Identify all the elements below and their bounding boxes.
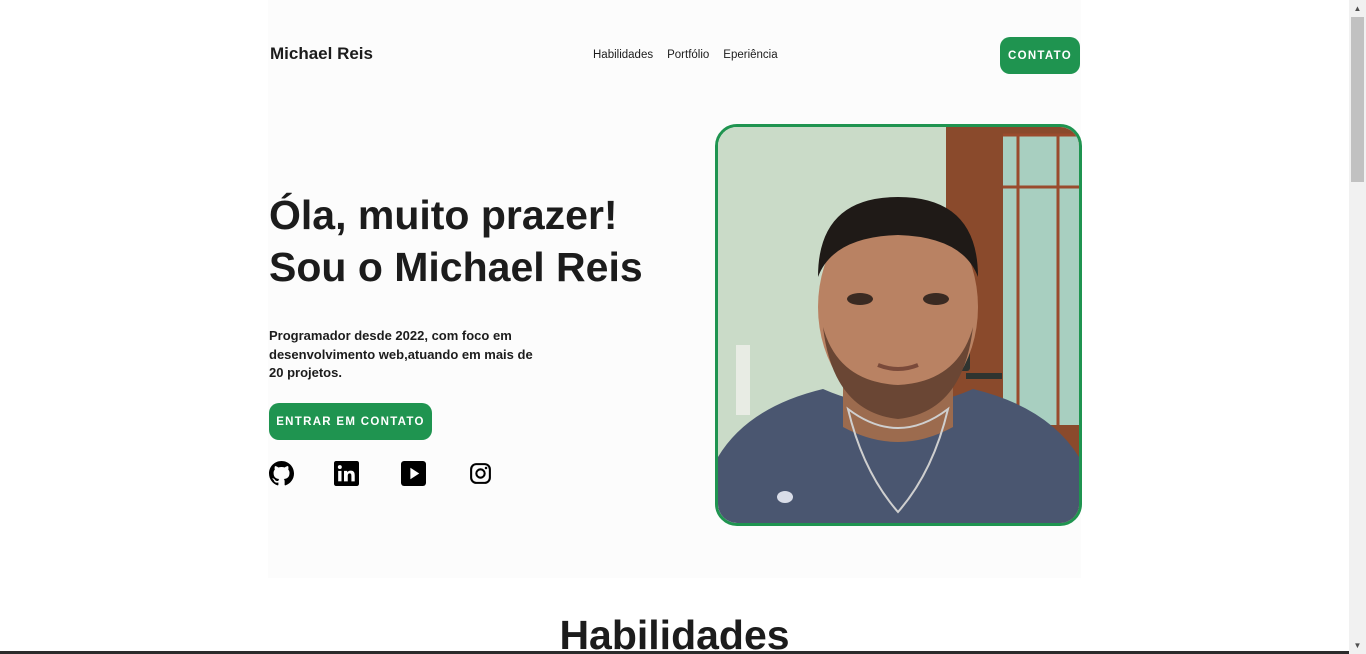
scroll-down-arrow-icon[interactable]: ▼ [1349,637,1366,654]
profile-photo-illustration [718,127,1079,523]
hero-title: Óla, muito prazer! Sou o Michael Reis [269,189,643,293]
cta-contact-button[interactable]: ENTRAR EM CONTATO [269,403,432,440]
scrollbar-thumb[interactable] [1351,17,1364,182]
nav-item-experiencia[interactable]: Eperiência [723,49,777,61]
github-icon[interactable] [269,461,294,486]
page: Michael Reis Habilidades Portfólio Eperi… [0,0,1349,654]
hero-description: Programador desde 2022, com foco em dese… [269,328,533,380]
contact-button[interactable]: CONTATO [1000,37,1080,74]
nav-item-portfolio[interactable]: Portfólio [667,49,709,61]
hero-title-line-1: Óla, muito prazer! [269,192,618,238]
scroll-up-arrow-icon[interactable]: ▲ [1349,0,1366,17]
main-nav: Habilidades Portfólio Eperiência [593,49,778,61]
vertical-scrollbar[interactable]: ▲ ▼ [1349,0,1366,654]
youtube-icon[interactable] [401,461,426,486]
profile-photo [715,124,1082,526]
brand-logo[interactable]: Michael Reis [270,44,373,64]
skills-section-title: Habilidades [559,612,790,654]
hero-title-line-2: Sou o Michael Reis [269,244,643,290]
nav-item-habilidades[interactable]: Habilidades [593,49,653,61]
instagram-icon[interactable] [468,461,493,486]
linkedin-icon[interactable] [334,461,359,486]
